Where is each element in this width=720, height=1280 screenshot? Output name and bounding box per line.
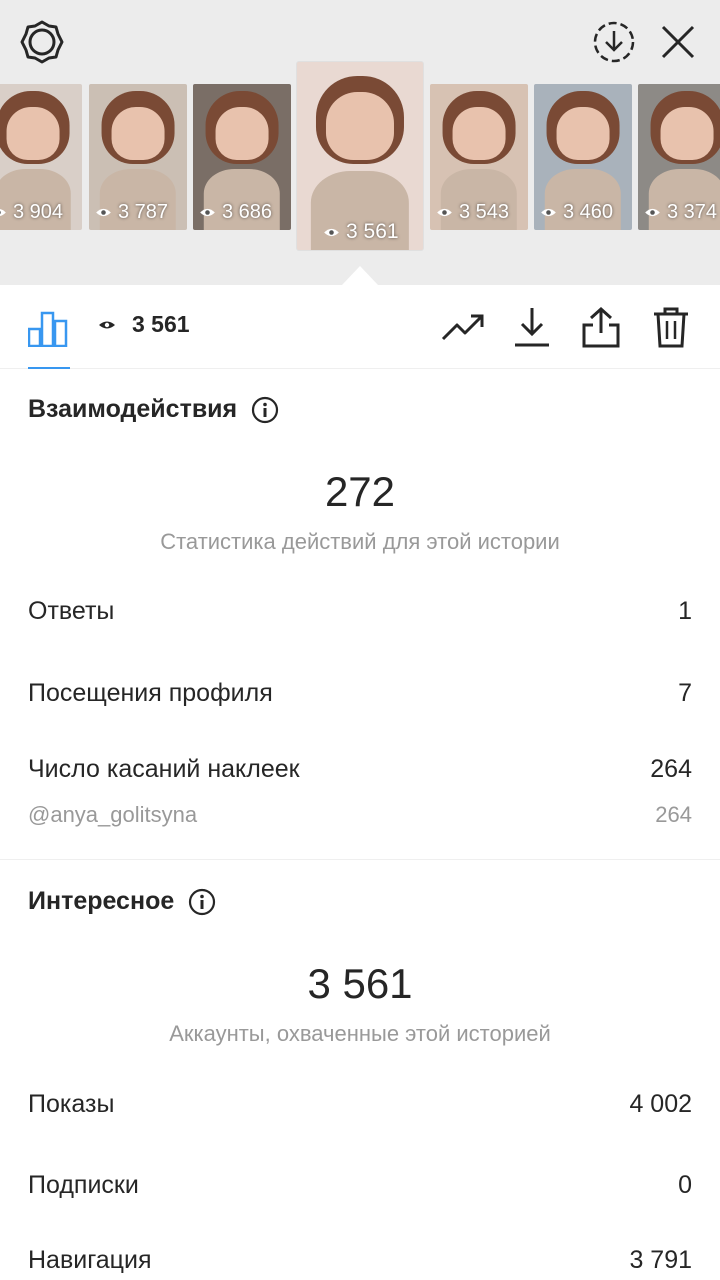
- stat-value: 7: [678, 679, 692, 707]
- save-story-button[interactable]: [588, 16, 640, 68]
- stat-label: Показы: [28, 1090, 115, 1118]
- active-tab-indicator: [28, 367, 70, 369]
- story-image: [452, 107, 506, 160]
- settings-icon: [20, 20, 64, 64]
- stat-value: 1: [678, 597, 692, 625]
- settings-button[interactable]: [16, 16, 68, 68]
- stat-row-impressions[interactable]: Показы 4 002: [28, 1090, 692, 1119]
- stat-row-navigation[interactable]: Навигация 3 791: [28, 1246, 692, 1275]
- stat-row-profile-visits[interactable]: Посещения профиля 7: [28, 679, 692, 708]
- story-image: [111, 107, 165, 160]
- info-icon[interactable]: [188, 888, 216, 916]
- stat-row-follows[interactable]: Подписки 0: [28, 1171, 692, 1200]
- interactions-heading: Взаимодействия: [28, 395, 279, 424]
- story-thumbnail-strip[interactable]: 3 904 3 787 3 686 3 561 3 543 3 460 3 37…: [0, 62, 720, 254]
- story-image: [660, 107, 714, 160]
- stat-label: Навигация: [28, 1246, 152, 1274]
- views-summary[interactable]: 3 561: [98, 311, 190, 338]
- stat-value: 0: [678, 1171, 692, 1199]
- sticker-mention-label: @anya_golitsyna: [28, 802, 198, 827]
- trash-icon: [654, 307, 688, 348]
- story-view-count: 3 561: [346, 220, 399, 243]
- story-image: [6, 107, 60, 160]
- interactions-total: 272: [324, 468, 396, 515]
- story-view-count: 3 787: [118, 201, 169, 223]
- eye-icon: [96, 208, 111, 217]
- eye-icon: [99, 321, 115, 328]
- delete-button[interactable]: [649, 305, 693, 349]
- stat-row-replies[interactable]: Ответы 1: [28, 597, 692, 626]
- stat-label: Ответы: [28, 597, 115, 625]
- eye-icon: [541, 208, 556, 217]
- sticker-mention-value: 264: [655, 802, 692, 827]
- stat-value: 264: [650, 755, 692, 783]
- promote-button[interactable]: [441, 305, 485, 349]
- discovery-total: 3 561: [307, 960, 413, 1007]
- story-view-count: 3 686: [222, 201, 273, 223]
- stat-label: Посещения профиля: [28, 679, 273, 707]
- share-button[interactable]: [579, 305, 623, 349]
- eye-icon: [200, 208, 215, 217]
- story-thumbnail[interactable]: 3 904: [0, 84, 82, 230]
- eye-icon: [645, 208, 660, 217]
- download-circle-icon: [593, 21, 635, 63]
- story-thumbnail[interactable]: 3 374: [638, 84, 720, 230]
- eye-icon: [0, 209, 6, 216]
- share-icon: [582, 306, 620, 348]
- story-view-count: 3 904: [13, 201, 64, 223]
- info-icon[interactable]: [251, 396, 279, 424]
- story-thumbnail[interactable]: 3 686: [193, 84, 291, 230]
- story-thumbnail[interactable]: 3 787: [89, 84, 187, 230]
- viewers-count: 3 561: [132, 311, 190, 337]
- story-thumbnail-selected[interactable]: 3 561: [297, 62, 423, 250]
- stat-row-sticker-mention[interactable]: @anya_golitsyna 264: [28, 802, 692, 828]
- trend-icon: [441, 314, 484, 341]
- stat-label: Подписки: [28, 1171, 139, 1199]
- stat-label: Число касаний наклеек: [28, 755, 300, 783]
- story-image: [215, 107, 269, 160]
- story-thumbnail[interactable]: 3 460: [534, 84, 632, 230]
- story-thumbnail[interactable]: 3 543: [430, 84, 528, 230]
- insights-tab[interactable]: [27, 307, 68, 348]
- stat-value: 4 002: [629, 1090, 692, 1118]
- bar-chart-icon: [27, 311, 68, 348]
- story-view-count: 3 374: [667, 201, 718, 223]
- download-icon: [515, 308, 549, 347]
- interactions-caption: Статистика действий для этой истории: [160, 529, 560, 554]
- download-button[interactable]: [510, 305, 554, 349]
- section-divider: [0, 859, 720, 860]
- close-button[interactable]: [652, 16, 704, 68]
- story-preview-area: 3 904 3 787 3 686 3 561 3 543 3 460 3 37…: [0, 0, 720, 285]
- stat-value: 3 791: [629, 1246, 692, 1274]
- insights-action-bar: 3 561: [0, 285, 720, 369]
- close-icon: [661, 25, 695, 59]
- discovery-heading: Интересное: [28, 887, 216, 916]
- story-view-count: 3 460: [563, 201, 614, 223]
- stat-row-sticker-taps[interactable]: Число касаний наклеек 264: [28, 755, 692, 784]
- selected-story-pointer: [342, 266, 378, 285]
- interactions-title: Взаимодействия: [28, 395, 238, 423]
- discovery-title: Интересное: [28, 887, 175, 915]
- eye-icon: [437, 208, 452, 217]
- story-image: [556, 107, 610, 160]
- story-image: [325, 92, 395, 160]
- story-view-count: 3 543: [459, 201, 510, 223]
- eye-icon: [324, 228, 339, 236]
- discovery-caption: Аккаунты, охваченные этой историей: [169, 1021, 551, 1046]
